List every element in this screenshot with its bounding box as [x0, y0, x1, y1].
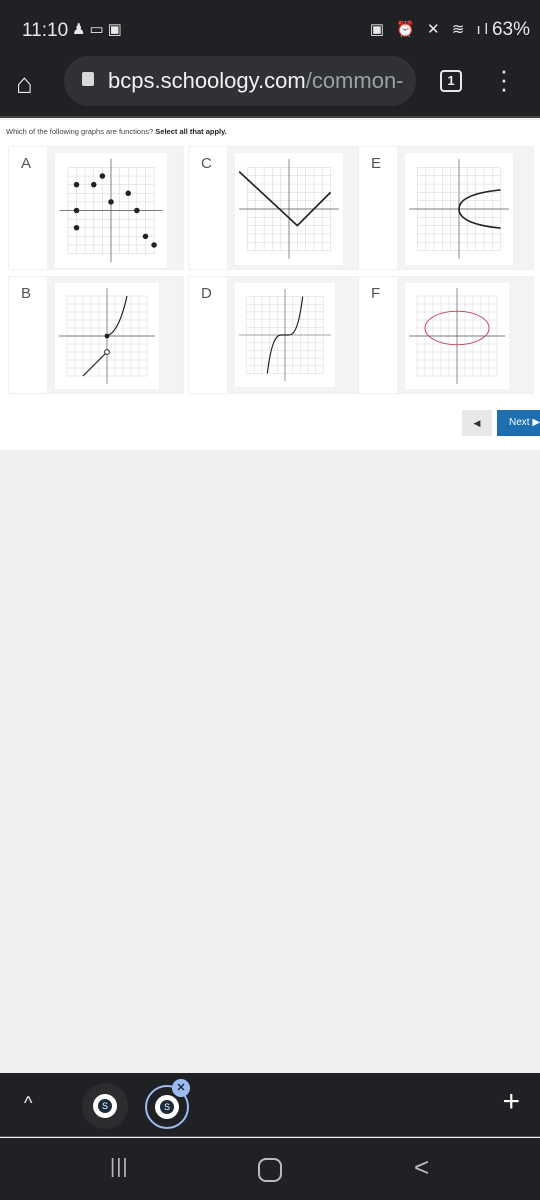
url-text[interactable]: bcps.schoology.com/common- — [108, 68, 404, 94]
question-instruction: Select all that apply. — [155, 127, 227, 136]
option-c[interactable]: C — [188, 146, 364, 270]
option-d[interactable]: D — [188, 276, 364, 394]
question-prompt: Which of the following graphs are functi… — [6, 127, 154, 136]
data-point — [142, 233, 149, 240]
data-point — [125, 190, 131, 197]
next-button[interactable]: Next ▶ — [497, 410, 540, 436]
close-tab-icon[interactable]: ✕ — [172, 1079, 190, 1097]
option-b[interactable]: B — [8, 276, 184, 394]
home-nav-icon[interactable] — [258, 1158, 282, 1182]
collapse-chevron-icon[interactable]: ^ — [24, 1093, 32, 1114]
previous-button[interactable]: ◀ — [462, 410, 492, 436]
home-icon[interactable]: ⌂ — [16, 68, 33, 100]
data-point — [108, 199, 114, 205]
back-icon[interactable]: < — [414, 1152, 429, 1183]
closed-point — [104, 333, 110, 339]
option-label: F — [371, 285, 381, 302]
clock: 11:10 — [22, 20, 69, 41]
data-point — [73, 224, 80, 231]
option-label: B — [21, 285, 32, 302]
option-f[interactable]: F — [358, 276, 534, 394]
option-e[interactable]: E — [358, 146, 534, 270]
schoology-favicon: S — [155, 1095, 179, 1119]
graph-a — [55, 153, 167, 268]
option-label: D — [201, 285, 212, 302]
data-point — [151, 242, 157, 248]
new-tab-button[interactable]: + — [502, 1085, 520, 1119]
favicon-letter: S — [160, 1100, 174, 1114]
schoology-favicon: S — [93, 1094, 117, 1118]
data-point — [134, 207, 140, 214]
option-label: E — [371, 155, 382, 172]
graph-e — [405, 153, 513, 265]
tab-strip: ^ S S ✕ + — [0, 1073, 540, 1137]
url-path: /common- — [305, 68, 404, 93]
recents-icon[interactable]: ||| — [110, 1156, 129, 1179]
lock-icon — [82, 72, 94, 86]
address-bar[interactable]: bcps.schoology.com/common- — [64, 56, 416, 106]
curve — [106, 295, 128, 337]
notification-icons: ♟▭▣ — [72, 21, 126, 38]
data-point — [73, 181, 80, 188]
graph-f — [405, 283, 509, 389]
favicon-letter: S — [98, 1099, 112, 1113]
data-point — [99, 173, 106, 179]
graph-d — [235, 283, 335, 387]
option-label: C — [201, 155, 212, 172]
url-domain: bcps.schoology.com — [108, 68, 306, 93]
browser-toolbar: ⌂ bcps.schoology.com/common- 1 · · · — [0, 56, 540, 118]
line-segment — [82, 351, 108, 377]
data-point — [73, 207, 80, 214]
status-bar: 11:10 ♟▭▣ ▣ ⏰ ✕ ≋ ıl 63% — [0, 0, 540, 56]
quiz-page: Which of the following graphs are functi… — [0, 120, 540, 450]
graph-b — [55, 283, 159, 389]
system-nav-bar: ||| < — [0, 1138, 540, 1200]
tab-switcher-button[interactable]: 1 — [440, 70, 462, 92]
more-menu-icon[interactable]: · · · — [494, 57, 514, 101]
open-point — [104, 349, 110, 355]
parabola-curve — [458, 189, 501, 229]
graph-c — [235, 153, 343, 265]
tab-thumb-1[interactable]: S — [82, 1083, 128, 1129]
option-a[interactable]: A — [8, 146, 184, 270]
system-icons: ▣ ⏰ ✕ ≋ ıl — [369, 21, 492, 38]
option-label: A — [21, 155, 32, 172]
question-text: Which of the following graphs are functi… — [6, 127, 227, 136]
battery-level: 63% — [491, 19, 530, 40]
data-point — [91, 181, 97, 188]
